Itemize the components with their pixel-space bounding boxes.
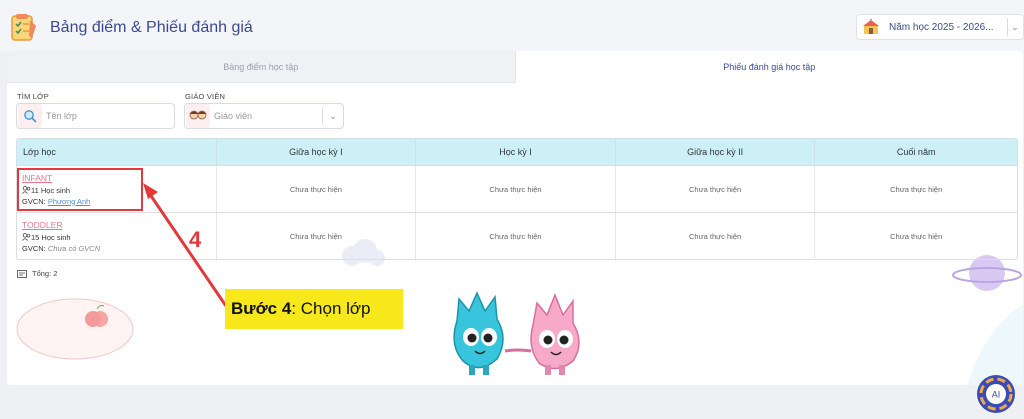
step-instruction-label: Bước 4: Chọn lớp bbox=[225, 289, 403, 329]
step-arrow bbox=[143, 183, 228, 307]
ai-button-label: AI bbox=[992, 390, 1001, 400]
step-label-rest: : Chọn lớp bbox=[291, 299, 371, 318]
ai-assistant-button[interactable]: AI bbox=[976, 374, 1016, 414]
step-number: 4 bbox=[189, 227, 202, 252]
step-label-bold: Bước 4 bbox=[231, 299, 292, 318]
